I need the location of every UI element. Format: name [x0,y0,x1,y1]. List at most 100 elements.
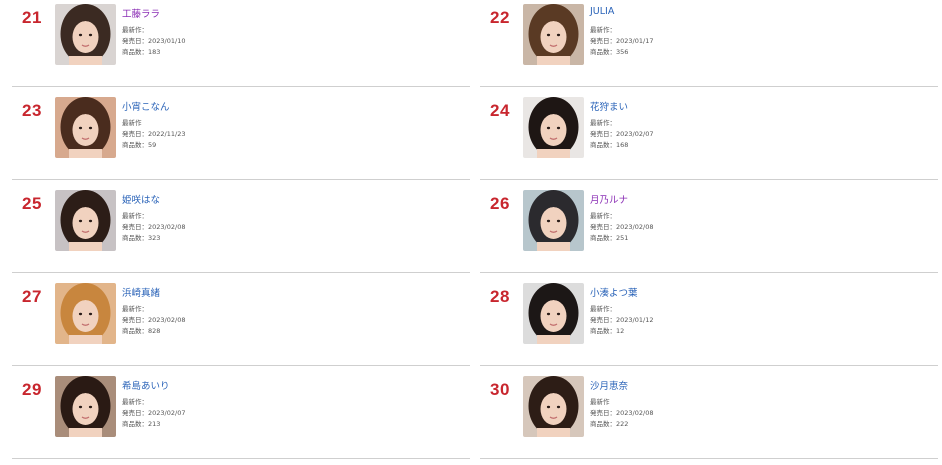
right-eye [88,219,93,223]
neck-shoulders [537,149,570,158]
actress-name-link[interactable]: 沙月恵奈 [590,378,628,392]
actress-name-link[interactable]: JULIA [590,6,614,17]
actress-name-link[interactable]: 姫咲はな [122,192,160,206]
ranking-row: 21 工藤ララ 最新作： 発売日：2023/01/10 商品数：183 22 J… [0,0,942,93]
ranking-entry-23: 23 小宵こなん 最新作 発売日：2022/11/23 商品数：59 [12,93,470,180]
actress-photo[interactable] [55,376,116,437]
latest-work-label: 最新作： [590,305,616,313]
right-eye [556,126,561,130]
release-date-line: 発売日：2023/01/10 [122,37,186,45]
actress-photo[interactable] [523,283,584,344]
ranking-row: 25 姫咲はな 最新作： 発売日：2023/02/08 商品数：323 26 月… [0,186,942,279]
product-count-line: 商品数：323 [122,234,161,242]
face-shape [540,393,567,425]
entry-details: 最新作： 発売日：2023/01/10 商品数：183 [122,25,185,58]
left-eye [78,405,83,409]
product-count-line: 商品数：168 [590,141,629,149]
latest-work-label: 最新作： [590,26,616,34]
product-count-line: 商品数：59 [122,141,157,149]
actress-name-link[interactable]: 希島あいり [122,378,170,392]
face-shape [72,114,99,146]
actress-name-link[interactable]: 月乃ルナ [590,192,628,206]
left-eye [78,219,83,223]
latest-work-label: 最新作： [122,26,148,34]
right-eye [556,312,561,316]
face-shape [540,207,567,239]
ranking-entry-24: 24 花狩まい 最新作： 発売日：2023/02/07 商品数：168 [480,93,938,180]
neck-shoulders [537,335,570,344]
actress-name-link[interactable]: 花狩まい [590,99,628,113]
right-eye [88,405,93,409]
face-shape [72,207,99,239]
release-date-line: 発売日：2023/02/08 [590,409,654,417]
release-date-line: 発売日：2023/02/07 [122,409,186,417]
right-eye [556,405,561,409]
actress-photo[interactable] [523,4,584,65]
entry-details: 最新作 発売日：2023/02/08 商品数：222 [590,397,653,430]
ranking-entry-30: 30 沙月恵奈 最新作 発売日：2023/02/08 商品数：222 [480,372,938,459]
rank-number: 21 [22,8,42,27]
actress-photo[interactable] [55,190,116,251]
product-count-line: 商品数：183 [122,48,161,56]
left-eye [546,219,551,223]
latest-work-label: 最新作： [590,119,616,127]
neck-shoulders [537,56,570,65]
product-count-line: 商品数：828 [122,327,161,335]
actress-photo[interactable] [55,97,116,158]
rank-number: 29 [22,380,42,399]
neck-shoulders [69,56,102,65]
actress-photo[interactable] [55,283,116,344]
right-eye [88,126,93,130]
actress-photo[interactable] [523,376,584,437]
rank-number: 26 [490,194,510,213]
actress-name-link[interactable]: 工藤ララ [122,6,160,20]
release-date-line: 発売日：2022/11/23 [122,130,186,138]
ranking-row: 29 希島あいり 最新作： 発売日：2023/02/07 商品数：213 30 … [0,372,942,465]
product-count-line: 商品数：12 [590,327,625,335]
release-date-line: 発売日：2023/02/08 [590,223,654,231]
release-date-line: 発売日：2023/02/08 [122,223,186,231]
ranking-entry-27: 27 浜崎真緒 最新作： 発売日：2023/02/08 商品数：828 [12,279,470,366]
rank-number: 24 [490,101,510,120]
face-shape [540,300,567,332]
rank-number: 22 [490,8,510,27]
entry-details: 最新作： 発売日：2023/02/07 商品数：168 [590,118,653,151]
ranking-entry-22: 22 JULIA 最新作： 発売日：2023/01/17 商品数：356 [480,0,938,87]
product-count-line: 商品数：251 [590,234,629,242]
right-eye [556,33,561,37]
right-eye [556,219,561,223]
ranking-entry-25: 25 姫咲はな 最新作： 発売日：2023/02/08 商品数：323 [12,186,470,273]
entry-details: 最新作： 発売日：2023/02/08 商品数：323 [122,211,185,244]
rank-number: 25 [22,194,42,213]
right-eye [88,312,93,316]
rank-number: 28 [490,287,510,306]
actress-photo[interactable] [523,190,584,251]
actress-photo[interactable] [523,97,584,158]
face-shape [540,21,567,53]
left-eye [78,312,83,316]
neck-shoulders [69,335,102,344]
neck-shoulders [537,242,570,251]
latest-work-label: 最新作： [122,305,148,313]
ranking-row: 23 小宵こなん 最新作 発売日：2022/11/23 商品数：59 24 花狩… [0,93,942,186]
neck-shoulders [69,149,102,158]
rank-number: 30 [490,380,510,399]
entry-details: 最新作： 発売日：2023/01/12 商品数：12 [590,304,653,337]
latest-work-label: 最新作： [122,398,148,406]
left-eye [546,33,551,37]
left-eye [78,33,83,37]
face-shape [72,300,99,332]
entry-details: 最新作： 発売日：2023/02/08 商品数：828 [122,304,185,337]
actress-name-link[interactable]: 小宵こなん [122,99,170,113]
ranking-entry-28: 28 小湊よつ葉 最新作： 発売日：2023/01/12 商品数：12 [480,279,938,366]
latest-work-label: 最新作： [590,212,616,220]
rank-number: 27 [22,287,42,306]
left-eye [546,312,551,316]
actress-name-link[interactable]: 小湊よつ葉 [590,285,638,299]
release-date-line: 発売日：2023/02/07 [590,130,654,138]
neck-shoulders [69,242,102,251]
neck-shoulders [537,428,570,437]
actress-name-link[interactable]: 浜崎真緒 [122,285,160,299]
left-eye [78,126,83,130]
actress-photo[interactable] [55,4,116,65]
